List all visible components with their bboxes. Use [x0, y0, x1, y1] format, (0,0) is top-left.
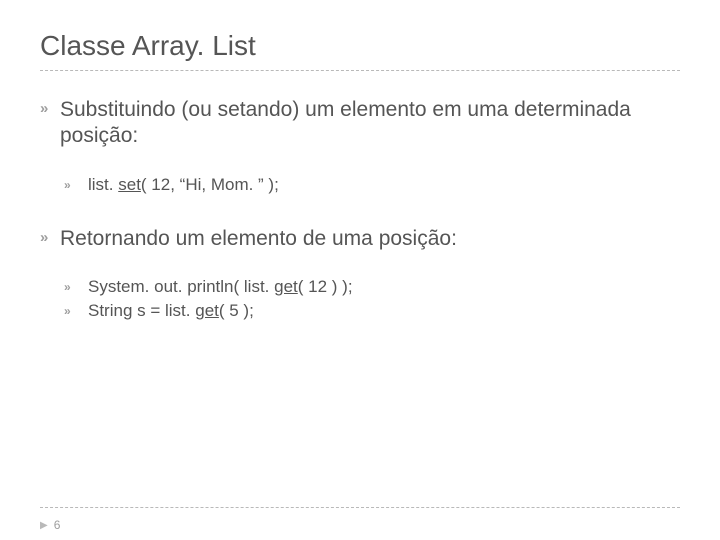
list-item: » Retornando um elemento de uma posição:…	[40, 226, 680, 324]
sub-bullet-text: list. set( 12, “Hi, Mom. ” );	[88, 174, 680, 195]
slide-body: » Substituindo (ou setando) um elemento …	[40, 97, 680, 324]
bullet-content: Substituindo (ou setando) um elemento em…	[60, 97, 680, 198]
title-underline	[40, 70, 680, 71]
slide: Classe Array. List » Substituindo (ou se…	[0, 0, 720, 540]
code-pre: System. out. println( list.	[88, 277, 274, 296]
bullet-glyph-icon: »	[60, 300, 88, 322]
sub-bullet-text: String s = list. get( 5 );	[88, 300, 680, 321]
code-underline: set	[118, 175, 141, 194]
code-post: ( 5 );	[219, 301, 254, 320]
code-post: ( 12 ) );	[298, 277, 353, 296]
code-pre: list.	[88, 175, 118, 194]
bullet-content: Retornando um elemento de uma posição: »…	[60, 226, 680, 324]
code-underline: get	[195, 301, 219, 320]
bullet-glyph-icon: »	[40, 226, 60, 250]
code-underline: get	[274, 277, 298, 296]
page-number-value: 6	[54, 518, 61, 532]
bullet-text: Retornando um elemento de uma posição:	[60, 227, 457, 250]
list-item: » System. out. println( list. get( 12 ) …	[60, 276, 680, 298]
sub-bullet-list: » list. set( 12, “Hi, Mom. ” );	[60, 174, 680, 196]
code-post: ( 12, “Hi, Mom. ” );	[141, 175, 279, 194]
list-item: » String s = list. get( 5 );	[60, 300, 680, 322]
sub-bullet-text: System. out. println( list. get( 12 ) );	[88, 276, 680, 297]
bullet-list: » Substituindo (ou setando) um elemento …	[40, 97, 680, 324]
bullet-glyph-icon: »	[40, 97, 60, 121]
bullet-glyph-icon: »	[60, 276, 88, 298]
page-arrow-icon: ▶	[40, 520, 48, 531]
footer-divider	[40, 507, 680, 508]
code-pre: String s = list.	[88, 301, 195, 320]
slide-title: Classe Array. List	[40, 30, 680, 70]
page-number: ▶ 6	[40, 518, 60, 532]
sub-bullet-list: » System. out. println( list. get( 12 ) …	[60, 276, 680, 322]
list-item: » list. set( 12, “Hi, Mom. ” );	[60, 174, 680, 196]
bullet-text: Substituindo (ou setando) um elemento em…	[60, 98, 631, 147]
list-item: » Substituindo (ou setando) um elemento …	[40, 97, 680, 198]
bullet-glyph-icon: »	[60, 174, 88, 196]
